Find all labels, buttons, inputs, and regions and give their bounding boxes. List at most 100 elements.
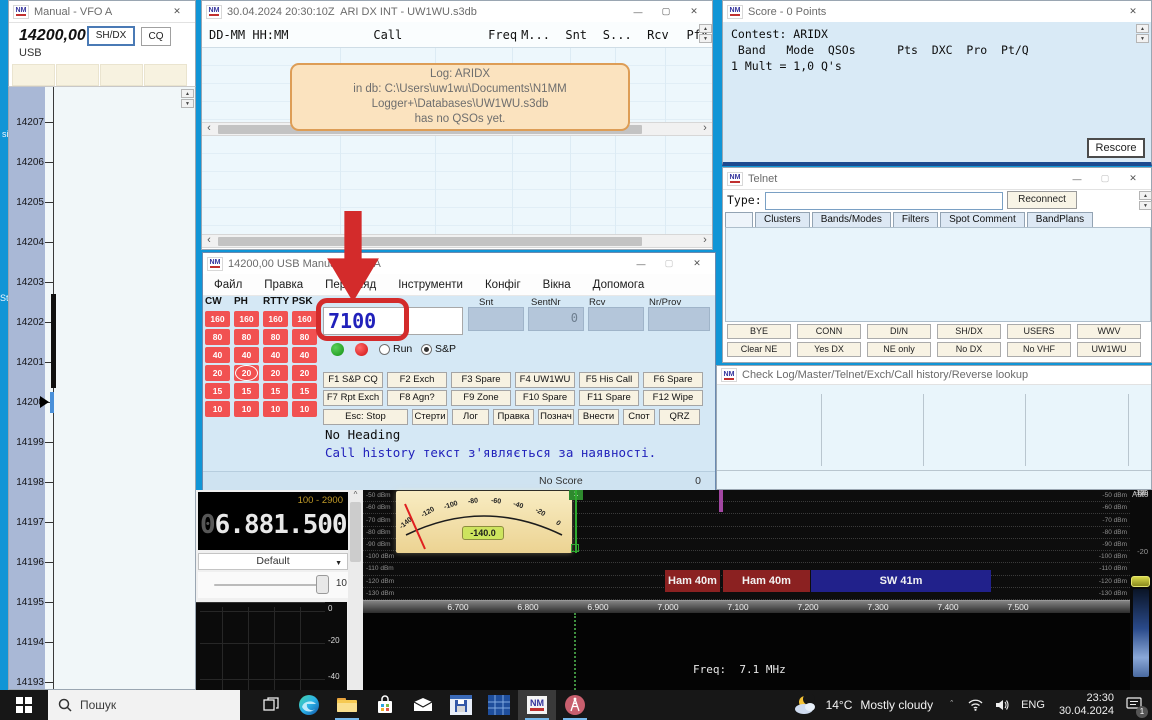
taskbar-mail[interactable] xyxy=(404,690,442,720)
bandmap-frequency[interactable]: 14198 xyxy=(9,462,53,502)
bandmap-frequency[interactable]: 14193 xyxy=(9,662,53,690)
bandmap-frequency[interactable]: 14207 xyxy=(9,102,53,142)
sdr-scrollbar[interactable]: ^ xyxy=(348,490,363,690)
telnet-command-button[interactable]: Clear NE xyxy=(727,342,791,357)
taskbar-file-explorer[interactable] xyxy=(328,690,366,720)
bandmap-frequency[interactable]: 14206 xyxy=(9,142,53,182)
bandmap-frequency[interactable]: 14205 xyxy=(9,182,53,222)
taskbar-edge[interactable] xyxy=(290,690,328,720)
weather-condition[interactable]: Mostly cloudy xyxy=(860,698,933,712)
log-column-header[interactable]: DD-MM HH:MM xyxy=(209,28,373,42)
score-spinner[interactable]: ▲▼ xyxy=(1136,24,1149,43)
bandmap-frequency[interactable]: 14197 xyxy=(9,502,53,542)
taskbar-grid-app[interactable] xyxy=(480,690,518,720)
taskbar-sdr[interactable] xyxy=(556,690,594,720)
menu-item[interactable]: Конфіг xyxy=(474,279,532,291)
slider-handle[interactable] xyxy=(316,575,329,594)
telnet-command-button[interactable]: BYE xyxy=(727,324,791,339)
cq-button[interactable]: CQ xyxy=(141,27,171,46)
frequency-axis[interactable]: 6.7006.8006.9007.0007.1007.2007.3007.400… xyxy=(363,600,1130,613)
telnet-command-button[interactable]: UW1WU xyxy=(1077,342,1141,357)
band-button[interactable]: 80 xyxy=(292,329,317,345)
function-key-button[interactable]: F12 Wipe xyxy=(643,390,703,406)
vfo-memory-slot[interactable] xyxy=(144,64,187,86)
band-button[interactable]: 20 xyxy=(263,365,288,381)
vfo-memory-slot[interactable] xyxy=(100,64,143,86)
bandmap-frequency[interactable]: 14196 xyxy=(9,542,53,582)
action-button[interactable]: Стерти xyxy=(412,409,448,425)
telnet-command-button[interactable]: NE only xyxy=(867,342,931,357)
score-titlebar[interactable]: NM Score - 0 Points ✕ xyxy=(723,1,1151,23)
close-icon[interactable]: ✕ xyxy=(1119,6,1147,17)
bandmap-spinner[interactable]: ▲▼ xyxy=(181,89,194,108)
close-icon[interactable]: ✕ xyxy=(1119,173,1147,184)
band-button[interactable]: 160 xyxy=(292,311,317,327)
taskbar-clock[interactable]: 23:30 30.04.2024 xyxy=(1059,692,1114,718)
telnet-tab[interactable]: BandPlans xyxy=(1027,212,1093,227)
action-button[interactable]: Познач xyxy=(538,409,574,425)
band-button[interactable]: 15 xyxy=(234,383,259,399)
sentnr-field[interactable]: 0 xyxy=(528,307,584,331)
bandmap-frequency[interactable]: 14195 xyxy=(9,582,53,622)
telnet-command-button[interactable]: CONN xyxy=(797,324,861,339)
band-button[interactable]: 40 xyxy=(263,347,288,363)
log-column-header[interactable]: M... xyxy=(521,28,565,42)
telnet-spinner[interactable]: ▲▼ xyxy=(1139,191,1152,210)
telnet-command-button[interactable]: No DX xyxy=(937,342,1001,357)
band-button[interactable]: 20 xyxy=(234,365,259,381)
minimize-icon[interactable]: — xyxy=(624,7,652,17)
vfo-memory-slot[interactable] xyxy=(56,64,99,86)
wifi-icon[interactable] xyxy=(968,699,983,711)
close-icon[interactable]: ✕ xyxy=(683,258,711,269)
weather-temperature[interactable]: 14°C xyxy=(826,698,853,712)
function-key-button[interactable]: F11 Spare xyxy=(579,390,639,406)
band-button[interactable]: 15 xyxy=(263,383,288,399)
telnet-tab[interactable]: Bands/Modes xyxy=(812,212,891,227)
menu-item[interactable]: Інструменти xyxy=(387,279,474,291)
action-button[interactable]: Esc: Stop xyxy=(323,409,408,425)
action-button[interactable]: Лог xyxy=(452,409,489,425)
telnet-command-button[interactable]: No VHF xyxy=(1007,342,1071,357)
bandmap-frequency[interactable]: 14199 xyxy=(9,422,53,462)
minimize-icon[interactable]: — xyxy=(1063,174,1091,184)
scrollbar-thumb[interactable] xyxy=(350,502,361,562)
entry-titlebar[interactable]: NM 14200,00 USB Manual - VFO A — ▢ ✕ xyxy=(203,253,715,275)
scroll-right-icon[interactable]: › xyxy=(698,123,712,135)
log-horizontal-scrollbar[interactable]: ‹ › xyxy=(202,234,712,248)
vfo-memory-slot[interactable] xyxy=(12,64,55,86)
function-key-button[interactable]: F4 UW1WU xyxy=(515,372,575,388)
action-button[interactable]: Правка xyxy=(493,409,534,425)
telnet-command-button[interactable]: SH/DX xyxy=(937,324,1001,339)
telnet-command-button[interactable]: USERS xyxy=(1007,324,1071,339)
scroll-up-icon[interactable]: ^ xyxy=(348,490,363,499)
vfo-titlebar[interactable]: NM Manual - VFO A ✕ xyxy=(9,1,195,23)
scroll-right-icon[interactable]: › xyxy=(698,235,712,247)
band-button[interactable]: 40 xyxy=(292,347,317,363)
rcv-field[interactable] xyxy=(588,307,644,331)
maximize-icon[interactable]: ▢ xyxy=(655,258,683,269)
telnet-titlebar[interactable]: NM Telnet — ▢ ✕ xyxy=(723,168,1151,190)
band-button[interactable]: 80 xyxy=(205,329,230,345)
scroll-left-icon[interactable]: ‹ xyxy=(202,235,216,247)
run-radio[interactable] xyxy=(379,344,390,355)
function-key-button[interactable]: F1 S&P CQ xyxy=(323,372,383,388)
log-column-header[interactable]: S... xyxy=(603,28,647,42)
telnet-tab[interactable]: Clusters xyxy=(755,212,810,227)
function-key-button[interactable]: F5 His Call xyxy=(579,372,639,388)
band-button[interactable]: 10 xyxy=(205,401,230,417)
log-column-header[interactable]: Rcv xyxy=(647,28,686,42)
function-key-button[interactable]: F6 Spare xyxy=(643,372,703,388)
action-button[interactable]: QRZ xyxy=(659,409,700,425)
band-button[interactable]: 40 xyxy=(205,347,230,363)
start-button[interactable] xyxy=(0,690,48,720)
function-key-button[interactable]: F10 Spare xyxy=(515,390,575,406)
band-button[interactable]: 40 xyxy=(234,347,259,363)
preset-dropdown[interactable]: Default ▼ xyxy=(198,553,348,570)
menu-item[interactable]: Правка xyxy=(253,279,314,291)
band-button[interactable]: 10 xyxy=(234,401,259,417)
bandmap-frequency[interactable]: 14194 xyxy=(9,622,53,662)
band-button[interactable]: 20 xyxy=(292,365,317,381)
telnet-command-button[interactable]: DI/N xyxy=(867,324,931,339)
task-view-button[interactable] xyxy=(252,690,290,720)
minimize-icon[interactable]: — xyxy=(627,259,655,269)
